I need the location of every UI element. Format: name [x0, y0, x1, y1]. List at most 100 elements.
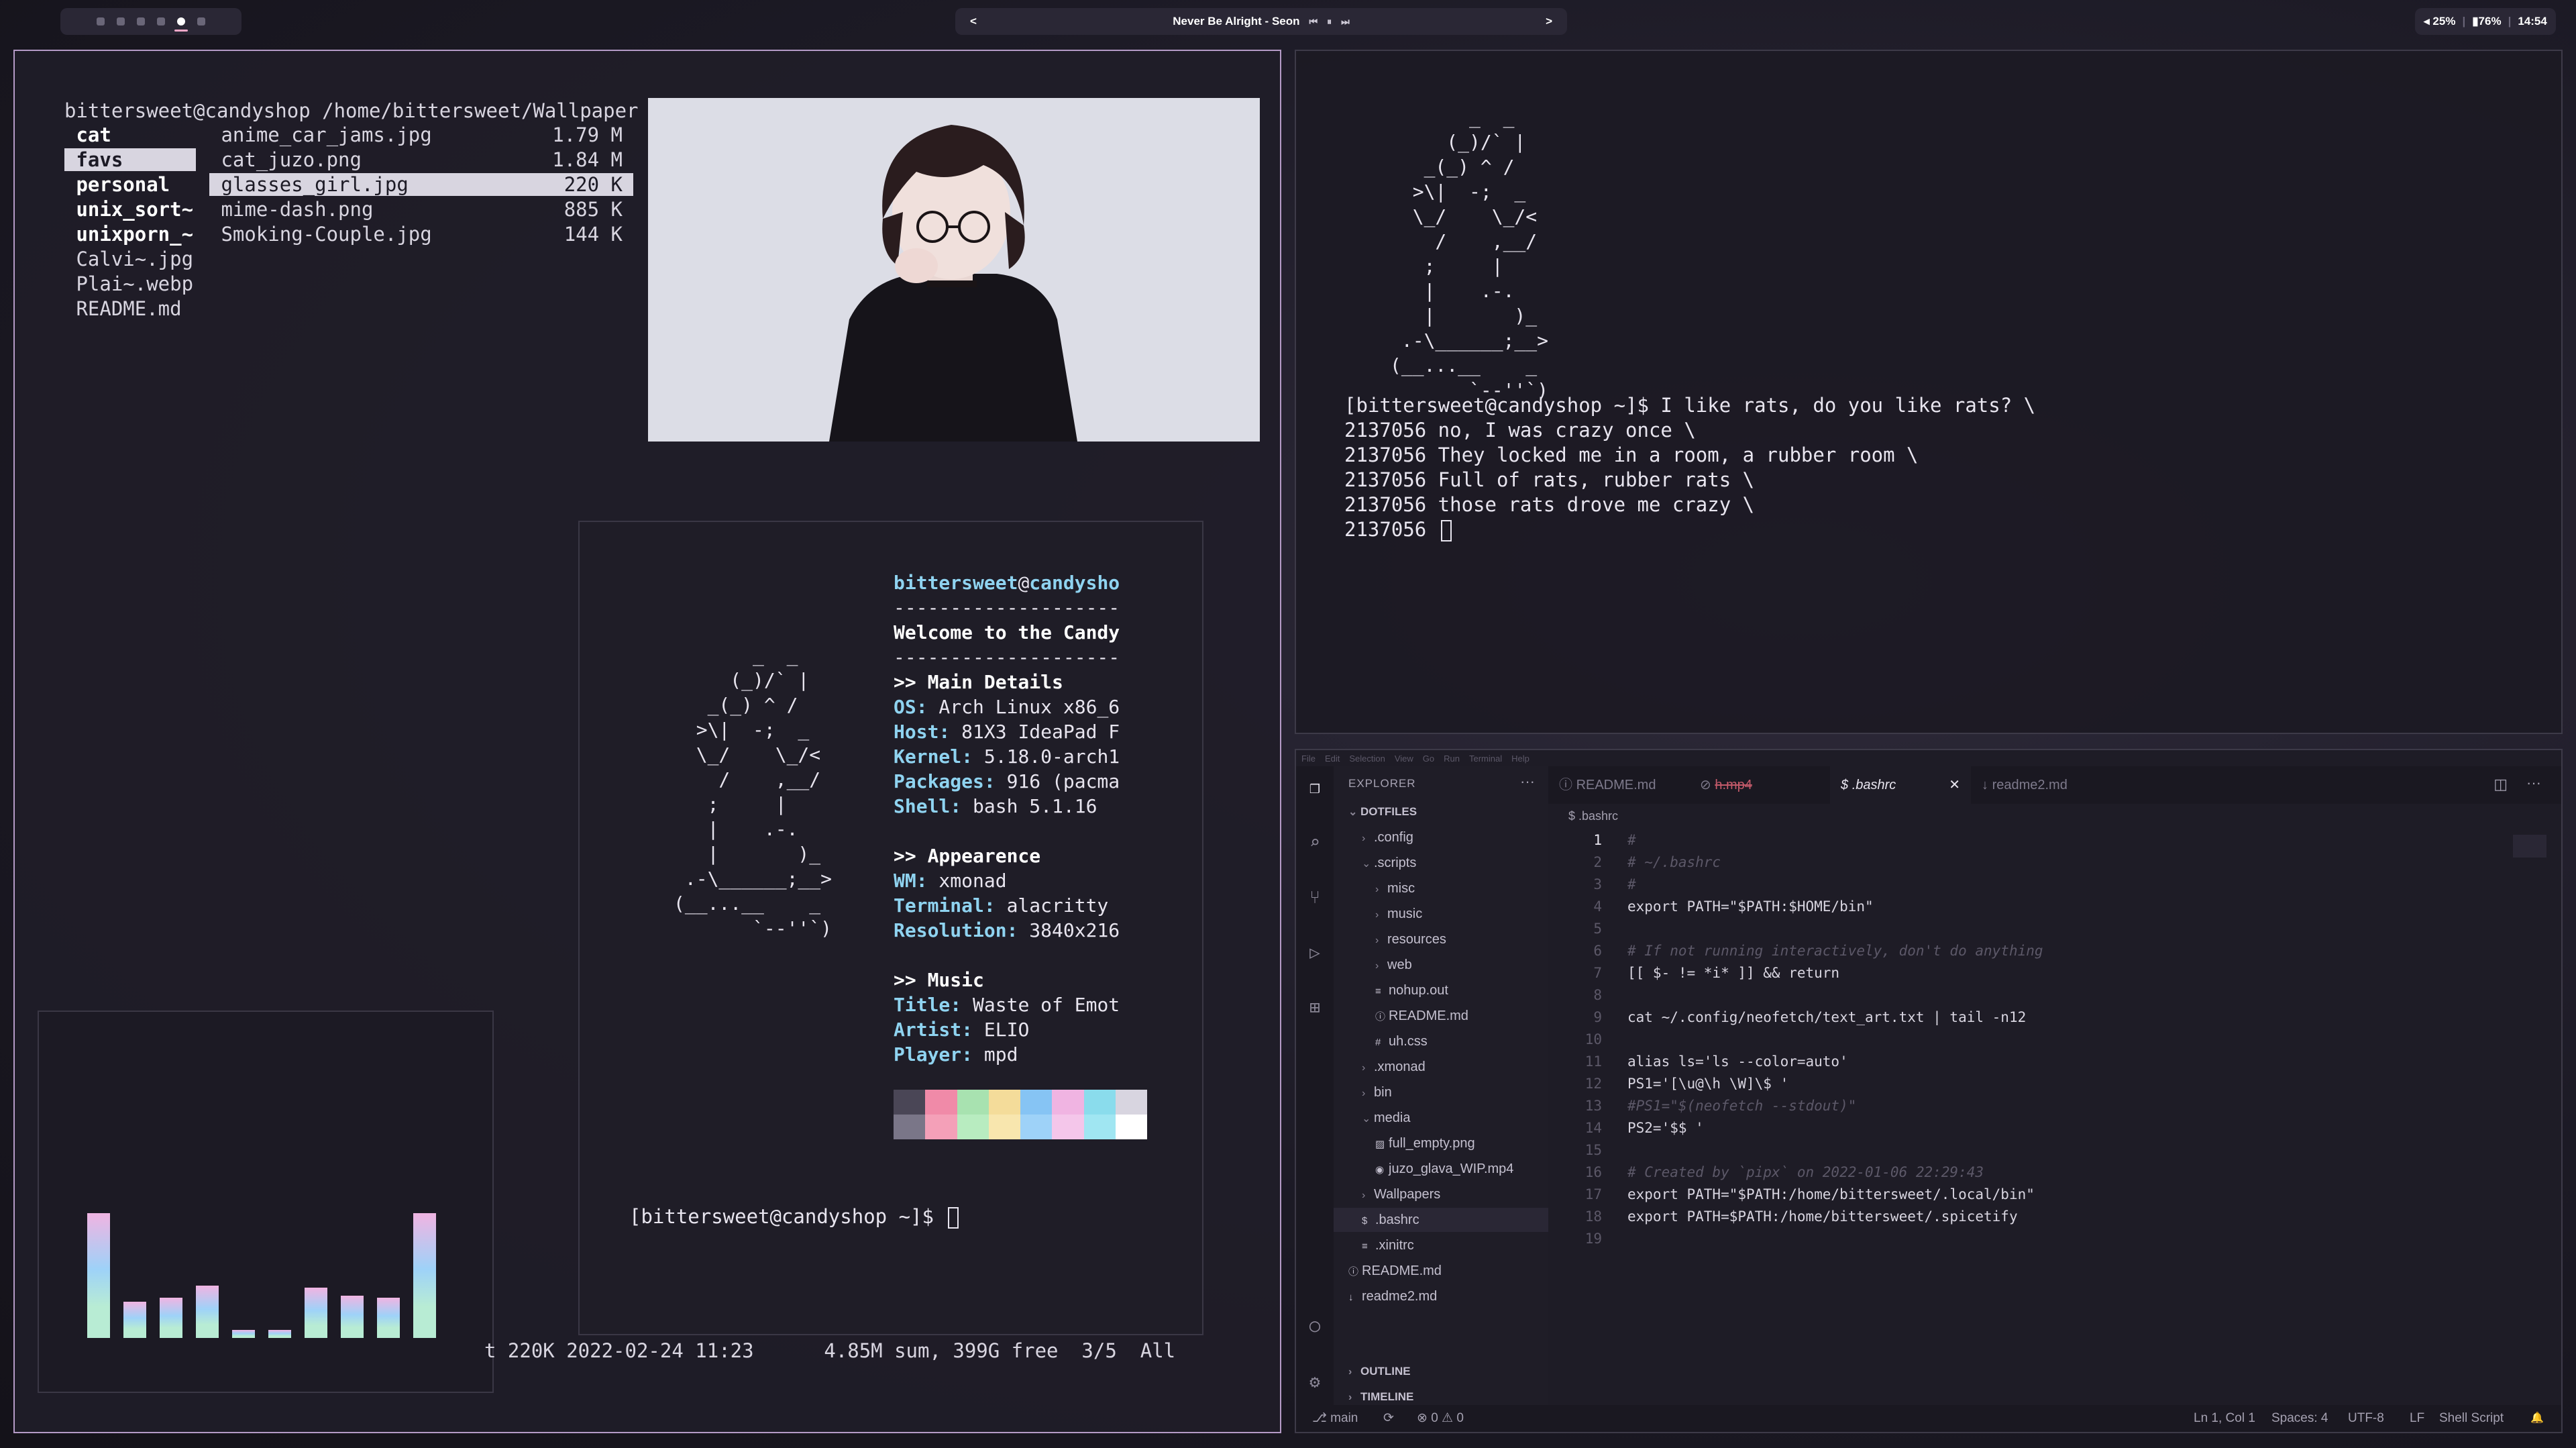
menu-item-terminal[interactable]: Terminal — [1469, 754, 1502, 764]
notifications-bell-icon[interactable]: 🔔 — [2530, 1405, 2544, 1432]
menu-item-file[interactable]: File — [1301, 754, 1316, 764]
tab-hmp4[interactable]: ⊘ h.mp4 — [1689, 766, 1830, 804]
ranger-parent-item[interactable]: Calvi~.jpg — [64, 248, 196, 270]
vscode-window[interactable]: File Edit Selection View Go Run Terminal Help ❐… — [1295, 749, 2563, 1433]
settings-gear-icon[interactable]: ⚙ — [1305, 1373, 1324, 1392]
ranger-file-item[interactable]: glasses_girl.jpg 220 K — [209, 173, 633, 196]
file-tree-item[interactable]: › misc — [1334, 876, 1548, 900]
next-icon[interactable]: ⏭ — [1341, 16, 1350, 28]
pause-icon[interactable]: ⏸ — [1327, 16, 1332, 28]
file-tree-item[interactable]: ⌄ media — [1334, 1106, 1548, 1130]
tab-readmemd[interactable]: ⓘ README.md — [1548, 766, 1689, 804]
file-tree-item[interactable]: ↓ readme2.md — [1334, 1284, 1548, 1308]
file-tree-item[interactable]: ⌄ .scripts — [1334, 851, 1548, 875]
shell-prompt[interactable]: [bittersweet@candyshop ~]$ — [629, 1205, 959, 1229]
breadcrumb[interactable]: $ .bashrc — [1548, 804, 1618, 828]
file-type-icon: ◉ — [1375, 1164, 1385, 1176]
code-editor[interactable]: 1 #2 # ~/.bashrc 3 #4 export PATH="$PATH:$HOM… — [1548, 828, 2561, 1405]
problems-indicator[interactable]: ⊗ 0 ⚠ 0 — [1417, 1405, 1464, 1432]
file-tree-item[interactable]: $ .bashrc — [1334, 1208, 1548, 1232]
file-type-icon: ≡ — [1375, 986, 1381, 997]
ranger-file-item[interactable]: Smoking-Couple.jpg 144 K — [209, 223, 633, 246]
account-icon[interactable]: ◯ — [1305, 1316, 1324, 1335]
ranger-parent-item[interactable]: README.md — [64, 297, 196, 320]
menu-item-help[interactable]: Help — [1511, 754, 1529, 764]
workspace-6-icon[interactable] — [197, 17, 205, 25]
ranger-file-item[interactable]: anime_car_jams.jpg 1.79 M — [209, 123, 633, 146]
workspace-5-icon[interactable] — [174, 17, 188, 32]
neofetch-terminal-window[interactable]: _ _ (_)/` | _(_) ^ / >\| -; _ \_/ \_/< /… — [578, 521, 1203, 1335]
search-icon[interactable]: ⌕ — [1305, 833, 1324, 852]
language-mode[interactable]: Shell Script — [2439, 1405, 2504, 1432]
workspace-3-icon[interactable] — [137, 17, 145, 25]
file-tree-item[interactable]: › .config — [1334, 825, 1548, 849]
ranger-file-manager-window[interactable]: bittersweet@candyshop /home/bittersweet/… — [13, 50, 1281, 1433]
terminal-window[interactable]: _ _ (_)/` | _(_) ^ / >\| -; _ \_/ \_/< /… — [1295, 50, 2563, 734]
run-debug-icon[interactable]: ▷ — [1305, 943, 1324, 962]
workspace-4-icon[interactable] — [157, 17, 165, 25]
file-type-icon: $ — [1362, 1215, 1368, 1227]
encoding[interactable]: UTF-8 — [2348, 1405, 2384, 1432]
close-tab-icon[interactable]: ✕ — [1949, 766, 1960, 804]
workspace-1-icon[interactable] — [97, 17, 105, 25]
menu-item-view[interactable]: View — [1395, 754, 1413, 764]
menu-item-run[interactable]: Run — [1444, 754, 1460, 764]
file-tree-item[interactable]: › bin — [1334, 1080, 1548, 1104]
line-ending[interactable]: LF — [2410, 1405, 2424, 1432]
next-track-button[interactable]: > — [1546, 15, 1552, 28]
ranger-parent-item[interactable]: cat — [64, 123, 196, 146]
ranger-parent-item[interactable]: unixporn_~ — [64, 223, 196, 246]
cursor-position[interactable]: Ln 1, Col 1 — [2194, 1405, 2255, 1432]
palette-swatch — [1115, 1090, 1147, 1115]
file-tree-item[interactable]: › Wallpapers — [1334, 1182, 1548, 1206]
file-type-icon: ≡ — [1362, 1241, 1368, 1252]
outline-section[interactable]: › OUTLINE — [1348, 1359, 1411, 1384]
files-icon[interactable]: ❐ — [1305, 778, 1324, 797]
previous-track-button[interactable]: < — [970, 15, 977, 28]
volume-indicator[interactable]: ◂ 25% — [2424, 15, 2455, 28]
palette-swatch — [1083, 1115, 1116, 1139]
file-tree-item[interactable]: ⓘ README.md — [1334, 1259, 1548, 1283]
sync-icon[interactable]: ⟳ — [1383, 1405, 1394, 1432]
chevron-icon: ⌄ — [1362, 858, 1371, 870]
workspace-2-icon[interactable] — [117, 17, 125, 25]
file-tree-item[interactable]: ◉ juzo_glava_WIP.mp4 — [1334, 1157, 1548, 1181]
file-tree-item[interactable]: › web — [1334, 953, 1548, 977]
ranger-parent-item[interactable]: Plai~.webp — [64, 272, 196, 295]
file-type-icon: ↓ — [1348, 1292, 1354, 1303]
menu-item-selection[interactable]: Selection — [1349, 754, 1385, 764]
file-tree-item[interactable]: ≡ .xinitrc — [1334, 1233, 1548, 1257]
line-number: 16 — [1585, 1164, 1602, 1180]
file-tree-item[interactable]: › music — [1334, 902, 1548, 926]
extensions-icon[interactable]: ⊞ — [1305, 998, 1324, 1017]
file-tree-item[interactable]: # uh.css — [1334, 1029, 1548, 1053]
line-number: 5 — [1593, 921, 1602, 937]
file-tree-item[interactable]: ≡ nohup.out — [1334, 978, 1548, 1002]
branch-indicator[interactable]: ⎇ main — [1312, 1405, 1358, 1432]
file-tree-item[interactable]: › .xmonad — [1334, 1055, 1548, 1079]
tab-readme2md[interactable]: ↓ readme2.md — [1971, 766, 2112, 804]
ranger-file-item[interactable]: mime-dash.png 885 K — [209, 198, 633, 221]
minimap[interactable] — [2513, 835, 2546, 858]
indentation[interactable]: Spaces: 4 — [2271, 1405, 2328, 1432]
file-tree-item[interactable]: ⓘ README.md — [1334, 1004, 1548, 1028]
workspace-root[interactable]: ⌄ DOTFILES — [1348, 800, 1417, 824]
terminal-line: 2137056 Full of rats, rubber rats \ — [1344, 468, 1755, 491]
file-tree-item[interactable]: › resources — [1334, 927, 1548, 951]
palette-swatch — [1020, 1090, 1053, 1115]
status-bar: ⎇ main ⟳ ⊗ 0 ⚠ 0 Ln 1, Col 1 Spaces: 4 U… — [1296, 1405, 2561, 1432]
source-control-icon[interactable]: ⑂ — [1305, 888, 1324, 907]
ranger-parent-item[interactable]: favs — [64, 148, 196, 171]
tab-file-icon: ↓ — [1982, 778, 1992, 792]
ranger-parent-item[interactable]: personal — [64, 173, 196, 196]
file-tree-item[interactable]: ▨ full_empty.png — [1334, 1131, 1548, 1155]
menu-item-go[interactable]: Go — [1423, 754, 1434, 764]
tab-bashrc[interactable]: $ .bashrc ✕ — [1830, 766, 1971, 804]
split-editor-icon[interactable]: ◫ — [2493, 776, 2508, 793]
ranger-parent-item[interactable]: unix_sort~ — [64, 198, 196, 221]
ranger-file-item[interactable]: cat_juzo.png 1.84 M — [209, 148, 633, 171]
more-actions-icon[interactable]: ··· — [1520, 773, 1535, 790]
prev-icon[interactable]: ⏮ — [1309, 16, 1318, 28]
more-icon[interactable]: ··· — [2526, 774, 2541, 792]
menu-item-edit[interactable]: Edit — [1325, 754, 1340, 764]
